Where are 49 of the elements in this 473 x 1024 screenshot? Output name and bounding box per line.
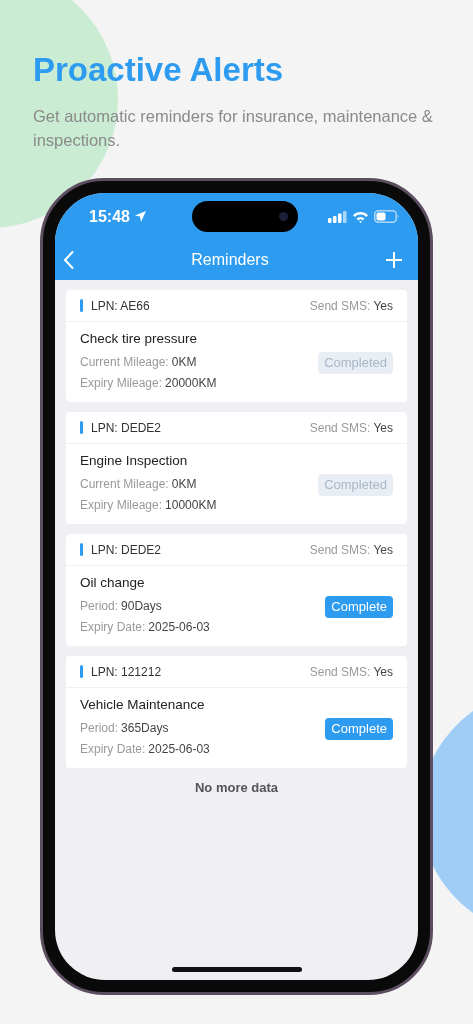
field-label: Period: xyxy=(80,720,119,737)
reminder-title: Engine Inspection xyxy=(80,453,189,468)
field-label: Current Mileage: xyxy=(80,354,169,371)
sms-value: Yes xyxy=(373,542,393,557)
accent-bar-icon xyxy=(80,543,83,556)
sms-value: Yes xyxy=(373,420,393,435)
location-arrow-icon xyxy=(133,210,147,223)
sms-value: Yes xyxy=(373,664,393,679)
field-value: 90Days xyxy=(121,598,162,615)
add-icon[interactable] xyxy=(385,251,403,269)
reminder-title: Vehicle Maintenance xyxy=(80,697,206,712)
accent-bar-icon xyxy=(80,421,83,434)
plate-number: LPN: AE66 xyxy=(91,298,150,313)
sms-label: Send SMS: xyxy=(309,664,371,679)
reminder-title: Check tire pressure xyxy=(80,331,199,346)
signal-icon xyxy=(328,210,347,223)
field-label: Expiry Mileage: xyxy=(80,497,163,514)
sms-label: Send SMS: xyxy=(309,298,371,313)
list-end-note: No more data xyxy=(193,779,280,795)
promo-subtitle: Get automatic reminders for insurance, maintenance & inspections. xyxy=(33,106,434,151)
sms-label: Send SMS: xyxy=(309,420,371,435)
field-value: 0KM xyxy=(171,354,197,371)
plate-number: LPN: 121212 xyxy=(91,664,162,679)
field-value: 2025-06-03 xyxy=(148,619,210,636)
field-label: Expiry Date: xyxy=(80,741,146,758)
reminder-title: Oil change xyxy=(80,575,146,590)
back-icon[interactable] xyxy=(63,250,75,270)
screen-title: Reminders xyxy=(191,251,269,269)
field-label: Expiry Date: xyxy=(80,619,146,636)
complete-button[interactable]: Complete xyxy=(325,717,393,740)
plate-number: LPN: DEDE2 xyxy=(91,420,162,435)
plate-number: LPN: DEDE2 xyxy=(91,542,162,557)
field-value: 20000KM xyxy=(165,375,217,392)
accent-bar-icon xyxy=(80,665,83,678)
complete-button[interactable]: Complete xyxy=(325,595,393,618)
accent-bar-icon xyxy=(80,299,83,312)
promo-title: Proactive Alerts xyxy=(33,50,285,90)
field-value: 10000KM xyxy=(165,497,217,514)
wifi-icon xyxy=(352,210,369,223)
field-value: 365Days xyxy=(121,720,169,737)
sms-value: Yes xyxy=(373,298,393,313)
field-label: Expiry Mileage: xyxy=(80,375,163,392)
field-value: 0KM xyxy=(171,476,197,493)
field-label: Current Mileage: xyxy=(80,476,169,493)
field-value: 2025-06-03 xyxy=(148,741,210,758)
sms-label: Send SMS: xyxy=(309,542,371,557)
battery-icon xyxy=(374,210,400,223)
status-time: 15:48 xyxy=(89,207,130,226)
field-label: Period: xyxy=(80,598,119,615)
